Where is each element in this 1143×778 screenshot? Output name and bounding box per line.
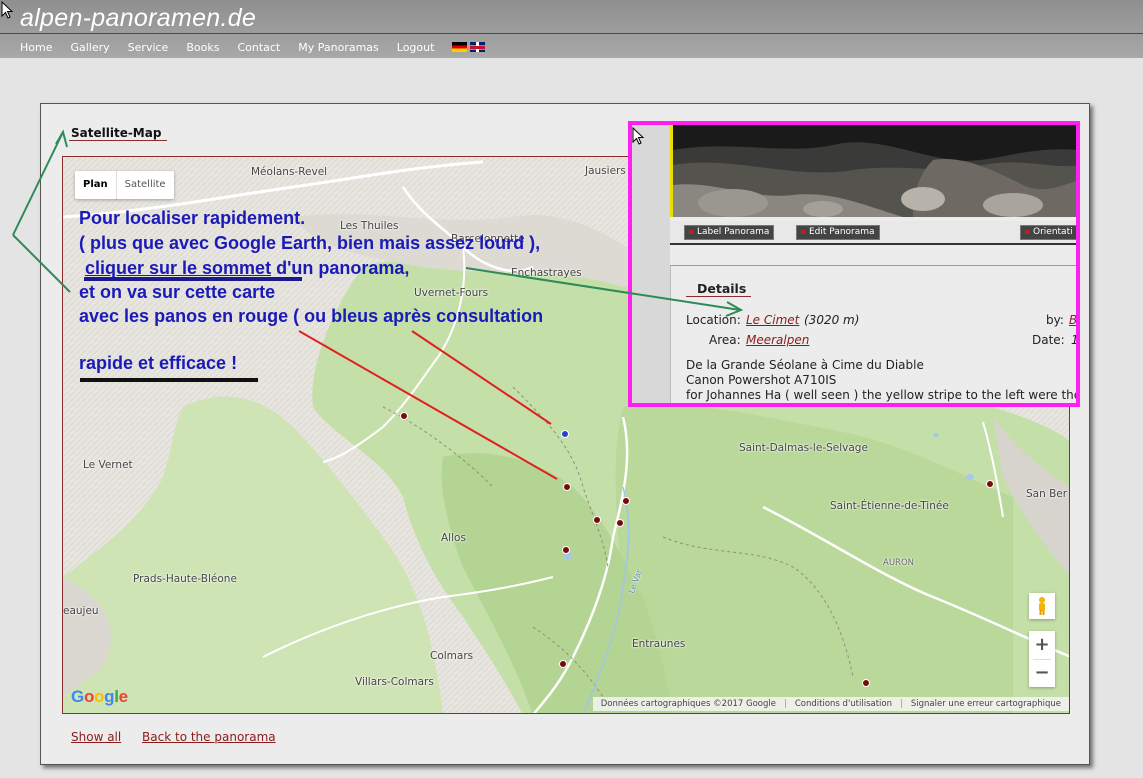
map-type-control: Plan Satellite (75, 171, 174, 199)
map-place-label: Entraunes (632, 638, 686, 650)
nav-home[interactable]: Home (20, 41, 52, 54)
date-label: Date: (1032, 333, 1065, 347)
nav-service[interactable]: Service (128, 41, 169, 54)
site-logo[interactable]: alpen-panoramen.de (20, 4, 256, 33)
header-divider (0, 33, 1143, 34)
edit-panorama-button[interactable]: Edit Panorama (796, 225, 880, 240)
panorama-marker[interactable] (400, 412, 408, 420)
description-line: for Johannes Ha ( well seen ) the yellow… (686, 388, 1080, 402)
report-error-link[interactable]: Signaler une erreur cartographique (911, 699, 1061, 709)
inset-left-strip (632, 125, 670, 403)
panorama-marker[interactable] (616, 519, 624, 527)
back-to-panorama-link[interactable]: Back to the panorama (142, 730, 276, 744)
annotation-line: avec les panos en rouge ( ou bleus après… (79, 306, 544, 326)
map-place-label: Le Vernet (83, 459, 133, 471)
mouse-cursor-icon (632, 127, 645, 145)
location-label: Location: (686, 313, 741, 327)
label-panorama-button[interactable]: Label Panorama (684, 225, 775, 240)
annotation-highlight: cliquer sur le sommet (85, 258, 272, 278)
details-title: Details (697, 281, 747, 296)
attribution-separator: | (900, 699, 903, 709)
nav-books[interactable]: Books (186, 41, 219, 54)
panorama-photo[interactable] (670, 125, 1076, 217)
area-link[interactable]: Meeralpen (746, 333, 809, 347)
title-underline (69, 140, 167, 141)
map-type-plan-button[interactable]: Plan (75, 171, 117, 199)
mouse-cursor-icon (1, 1, 14, 19)
map-place-label: San Ber (1026, 488, 1068, 500)
map-place-label: Jausiers (585, 165, 626, 177)
panorama-marker[interactable] (562, 546, 570, 554)
map-attribution: Données cartographiques ©2017 Google | C… (592, 697, 1069, 711)
panorama-marker-visited[interactable] (561, 430, 569, 438)
nav-contact[interactable]: Contact (237, 41, 280, 54)
map-place-label: Prads-Haute-Bléone (133, 573, 237, 585)
annotation-line: Pour localiser rapidement. (79, 208, 306, 228)
location-altitude: (3020 m) (804, 313, 860, 327)
map-place-label: Allos (441, 532, 466, 544)
orientation-button[interactable]: Orientati (1020, 225, 1076, 240)
map-place-label: AURON (883, 558, 914, 568)
panel-title: Satellite-Map (71, 126, 162, 140)
date-value: 1 (1071, 333, 1079, 347)
panorama-toolbar: Label Panorama Edit Panorama Orientati (670, 221, 1076, 245)
nav-gallery[interactable]: Gallery (70, 41, 109, 54)
area-label: Area: (709, 333, 741, 347)
map-place-label: Uvernet-Fours (414, 287, 489, 299)
zoom-in-button[interactable]: + (1029, 631, 1055, 659)
map-place-label: Colmars (430, 650, 474, 662)
show-all-link[interactable]: Show all (71, 730, 121, 744)
location-link[interactable]: Le Cimet (746, 313, 799, 327)
details-underline (686, 296, 751, 297)
map-place-label: Les Thuiles (340, 220, 399, 232)
terms-link[interactable]: Conditions d'utilisation (795, 699, 892, 709)
street-view-pegman-icon[interactable] (1029, 593, 1055, 619)
panorama-detail-inset: Label Panorama Edit Panorama Orientati D… (628, 121, 1080, 407)
google-logo[interactable]: Google (71, 687, 128, 707)
site-header: alpen-panoramen.de Home Gallery Service … (0, 0, 1143, 58)
details-section: Details Location: Le Cimet (3020 m) by: … (670, 265, 1080, 403)
annotation-line: ( plus que avec Google Earth, bien mais … (79, 233, 541, 253)
main-nav: Home Gallery Service Books Contact My Pa… (20, 40, 488, 54)
panorama-marker[interactable] (986, 480, 994, 488)
annotation-line: rapide et efficace ! (79, 353, 238, 373)
panorama-marker[interactable] (559, 660, 567, 668)
map-place-label: eaujeu (63, 605, 99, 617)
attribution-separator: | (783, 699, 787, 709)
panorama-marker[interactable] (862, 679, 870, 687)
by-label: by: (1046, 313, 1064, 327)
zoom-divider (1033, 659, 1051, 660)
annotation-text: d'un panorama, (271, 258, 410, 278)
map-place-label: Saint-Dalmas-le-Selvage (739, 442, 868, 454)
author-link[interactable]: B (1069, 313, 1076, 327)
map-type-satellite-button[interactable]: Satellite (117, 171, 174, 199)
description-line: De la Grande Séolane à Cime du Diable (686, 358, 924, 372)
zoom-control: + − (1029, 631, 1055, 687)
map-place-label: Enchastrayes (511, 267, 582, 279)
german-flag-icon[interactable] (452, 42, 468, 52)
panel-footer: Show all Back to the panorama (71, 730, 293, 744)
panorama-marker[interactable] (622, 497, 630, 505)
panorama-marker[interactable] (563, 483, 571, 491)
zoom-out-button[interactable]: − (1029, 659, 1055, 687)
annotation-line: et on va sur cette carte (79, 282, 276, 302)
english-flag-icon[interactable] (470, 42, 486, 52)
nav-logout[interactable]: Logout (397, 41, 435, 54)
map-data-credit: Données cartographiques ©2017 Google (600, 699, 776, 709)
map-place-label: Méolans-Revel (251, 166, 328, 178)
map-place-label: Saint-Étienne-de-Tinée (830, 500, 949, 512)
nav-my-panoramas[interactable]: My Panoramas (298, 41, 379, 54)
map-place-label: Villars-Colmars (355, 676, 434, 688)
panorama-marker[interactable] (593, 516, 601, 524)
description-line: Canon Powershot A710IS (686, 373, 837, 387)
annotation-line: cliquer sur le sommet d'un panorama, (85, 258, 409, 279)
